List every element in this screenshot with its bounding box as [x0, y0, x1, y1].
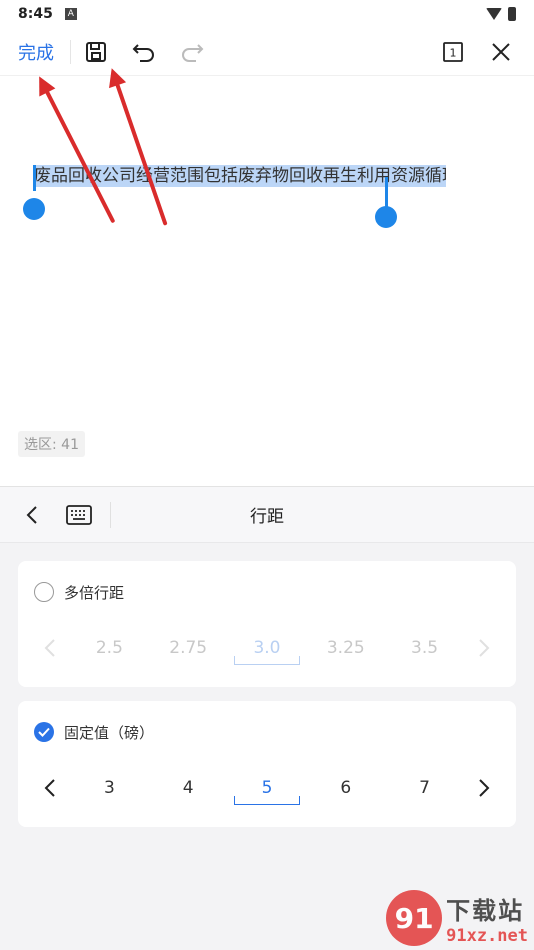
spacing-value-selected[interactable]: 3.0	[233, 633, 300, 665]
watermark-logo: 91	[386, 890, 443, 946]
fixed-spacing-check-icon[interactable]	[34, 722, 54, 742]
toolbar-divider	[70, 39, 71, 64]
watermark-cn: 下载站	[446, 896, 525, 925]
spacing-value[interactable]: 3.25	[313, 633, 379, 663]
chevron-left-icon[interactable]	[30, 768, 70, 808]
back-icon[interactable]	[20, 503, 44, 527]
undo-icon[interactable]	[131, 39, 157, 65]
line-spacing-panel: 行距 多倍行距 2.5 2.75 3.0 3.25 3.5 固定值（磅） 3 4…	[0, 486, 534, 950]
fixed-spacing-picker[interactable]: 3 4 5 6 7	[18, 763, 516, 813]
selection-end-handle-bar	[385, 177, 388, 207]
header-divider	[110, 501, 111, 528]
keyboard-icon[interactable]	[64, 503, 94, 527]
chevron-right-icon[interactable]	[464, 628, 504, 668]
fixed-spacing-card: 固定值（磅） 3 4 5 6 7	[18, 701, 516, 827]
page-count-icon[interactable]: 1	[440, 39, 466, 65]
multiple-spacing-label: 多倍行距	[64, 583, 125, 602]
status-bar: 8:45 A	[0, 0, 534, 28]
selection-start-handle[interactable]	[23, 198, 45, 220]
watermark-text: 下载站 91xz.net	[446, 891, 528, 946]
page-count-text: 1	[450, 46, 457, 59]
selection-count-badge: 选区: 41	[18, 431, 85, 457]
site-watermark: 91 下载站 91xz.net	[386, 890, 528, 946]
chevron-right-icon[interactable]	[464, 768, 504, 808]
selection-start-handle-bar	[33, 165, 36, 191]
close-icon[interactable]	[488, 39, 514, 65]
status-right	[486, 7, 516, 21]
spacing-value[interactable]: 2.75	[155, 633, 221, 663]
watermark-url: 91xz.net	[446, 925, 528, 946]
redo-icon[interactable]	[179, 39, 205, 65]
spacing-value-selected[interactable]: 5	[233, 773, 300, 805]
document-canvas[interactable]: 废品回收公司经营范围包括废弃物回收再生利用资源循环利用处理处置	[0, 77, 534, 457]
spacing-value[interactable]: 6	[313, 773, 379, 803]
fixed-spacing-label: 固定值（磅）	[64, 723, 155, 742]
multiple-spacing-values: 2.5 2.75 3.0 3.25 3.5	[70, 633, 464, 665]
toolbar-right: 1	[440, 39, 514, 65]
multiple-spacing-card: 多倍行距 2.5 2.75 3.0 3.25 3.5	[18, 561, 516, 687]
edit-toolbar: 完成 1	[0, 28, 534, 76]
spacing-value[interactable]: 7	[392, 773, 458, 803]
chevron-left-icon[interactable]	[30, 628, 70, 668]
spacing-value[interactable]: 3	[76, 773, 142, 803]
multiple-spacing-picker[interactable]: 2.5 2.75 3.0 3.25 3.5	[18, 623, 516, 673]
fixed-spacing-values: 3 4 5 6 7	[70, 773, 464, 805]
notification-icon: A	[64, 8, 77, 20]
selection-end-handle[interactable]	[375, 206, 397, 228]
panel-header: 行距	[0, 487, 534, 543]
save-icon[interactable]	[83, 39, 109, 65]
multiple-spacing-option[interactable]: 多倍行距	[18, 561, 516, 623]
spacing-value[interactable]: 3.5	[392, 633, 458, 663]
done-button[interactable]: 完成	[18, 39, 54, 65]
spacing-value[interactable]: 4	[155, 773, 221, 803]
multiple-spacing-radio[interactable]	[34, 582, 54, 602]
status-time: 8:45	[18, 6, 53, 22]
spacing-value[interactable]: 2.5	[76, 633, 142, 663]
wifi-icon	[486, 8, 502, 20]
fixed-spacing-option[interactable]: 固定值（磅）	[18, 701, 516, 763]
battery-icon	[508, 7, 516, 21]
